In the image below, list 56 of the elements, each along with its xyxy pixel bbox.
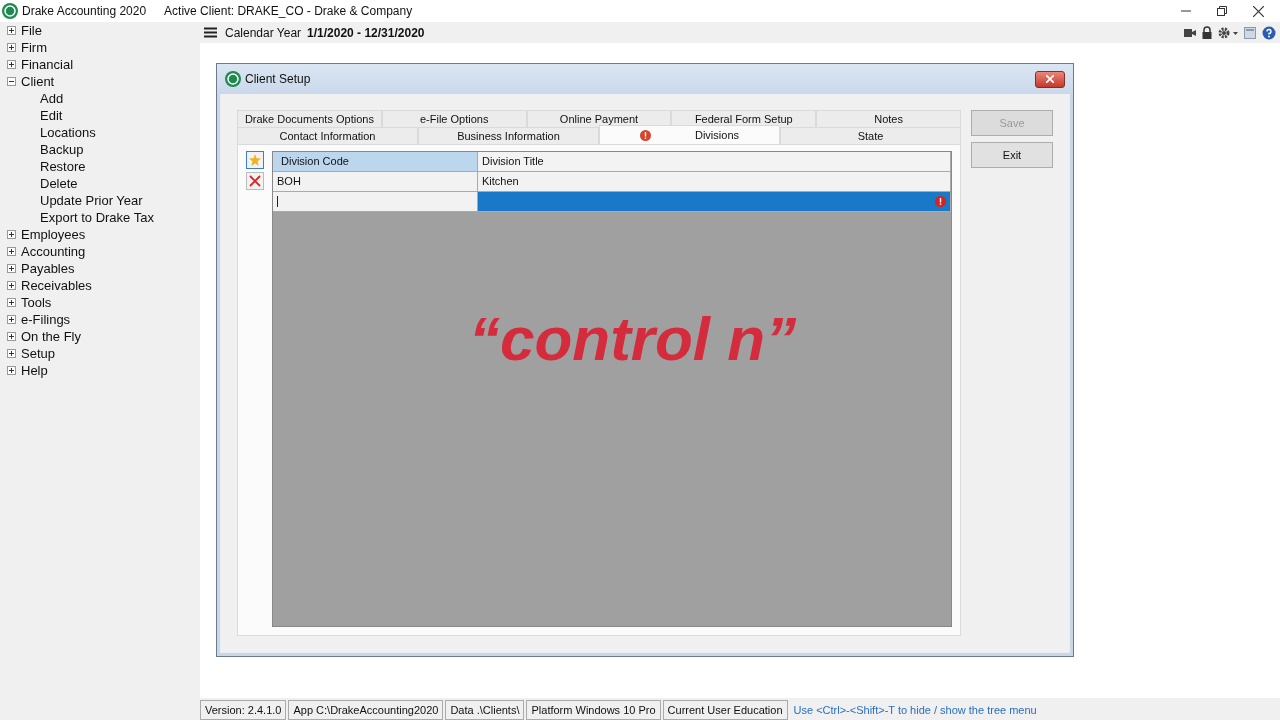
close-button[interactable] bbox=[1035, 70, 1065, 88]
column-header[interactable]: Division Title bbox=[478, 152, 951, 172]
tab[interactable]: Notes bbox=[816, 110, 961, 127]
tab[interactable]: Online Payment bbox=[526, 110, 672, 127]
calendar-label: Calendar Year bbox=[225, 24, 302, 42]
app-logo-icon bbox=[225, 71, 241, 87]
status-hint: Use <Ctrl>-<Shift>-T to hide / show the tree menu bbox=[792, 702, 1037, 718]
status-panel: Version: 2.4.1.0 bbox=[200, 699, 287, 720]
expand-icon[interactable] bbox=[7, 247, 16, 256]
help-icon[interactable] bbox=[1262, 25, 1276, 40]
expand-icon[interactable] bbox=[7, 60, 16, 69]
restore-icon[interactable] bbox=[1217, 6, 1227, 16]
delete-row-button[interactable] bbox=[246, 172, 264, 190]
tab[interactable]: Divisions bbox=[599, 125, 780, 144]
camera-icon[interactable] bbox=[1184, 27, 1196, 38]
app-title: Drake Accounting 2020 bbox=[22, 3, 147, 20]
expand-icon[interactable] bbox=[7, 281, 16, 290]
table-cell: BOH bbox=[273, 172, 478, 192]
status-panel: App C:\DrakeAccounting2020 bbox=[288, 699, 444, 720]
status-panel: Platform Windows 10 Pro bbox=[526, 699, 661, 720]
status-panel: Data .\Clients\ bbox=[445, 699, 525, 720]
status-panel: Current User Education bbox=[662, 699, 788, 720]
tab[interactable]: Federal Form Setup bbox=[671, 110, 817, 127]
delete-icon bbox=[249, 175, 261, 187]
expand-icon[interactable] bbox=[7, 366, 16, 375]
column-header[interactable]: Division Code bbox=[273, 152, 478, 172]
expand-icon[interactable] bbox=[7, 315, 16, 324]
lock-icon[interactable] bbox=[1202, 26, 1212, 39]
collapse-icon[interactable] bbox=[7, 77, 16, 86]
expand-icon[interactable] bbox=[7, 298, 16, 307]
expand-icon[interactable] bbox=[7, 332, 16, 341]
expand-icon[interactable] bbox=[7, 349, 16, 358]
expand-icon[interactable] bbox=[7, 264, 16, 273]
expand-icon[interactable] bbox=[7, 43, 16, 52]
tab[interactable]: Business Information bbox=[418, 127, 599, 144]
tab[interactable]: Contact Information bbox=[237, 127, 418, 144]
menu-icon[interactable] bbox=[204, 27, 217, 38]
star-icon bbox=[249, 154, 261, 166]
close-icon[interactable] bbox=[1253, 5, 1264, 17]
text-cursor bbox=[277, 196, 278, 207]
tab[interactable]: e-File Options bbox=[381, 110, 527, 127]
input-field[interactable] bbox=[273, 192, 478, 212]
exit-button[interactable]: Exit bbox=[971, 142, 1053, 168]
caption-overlay: “control n” bbox=[469, 303, 797, 375]
add-row-button[interactable] bbox=[246, 151, 264, 169]
calendar-range: 1/1/2020 - 12/31/2020 bbox=[307, 24, 425, 42]
settings-icon[interactable] bbox=[1218, 26, 1238, 39]
close-icon bbox=[1046, 75, 1054, 84]
expand-icon[interactable] bbox=[7, 26, 16, 35]
active-client: Active Client: DRAKE_CO - Drake & Company bbox=[164, 3, 413, 20]
dialog-title: Client Setup bbox=[245, 71, 311, 88]
selected-cell[interactable] bbox=[478, 192, 951, 212]
table-cell: Kitchen bbox=[478, 172, 951, 192]
tab[interactable]: State bbox=[780, 127, 961, 144]
expand-icon[interactable] bbox=[7, 230, 16, 239]
tab[interactable]: Drake Documents Options bbox=[237, 110, 382, 127]
